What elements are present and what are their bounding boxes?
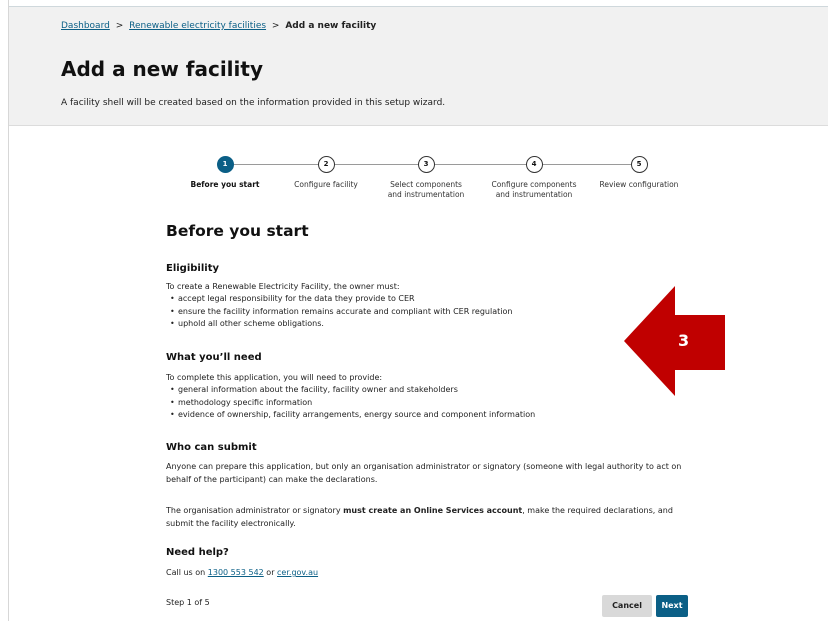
online-account-paragraph: The organisation administrator or signat… xyxy=(166,505,686,530)
step-label: Select components and instrumentation xyxy=(387,180,465,199)
list-item: uphold all other scheme obligations. xyxy=(166,318,512,331)
annotation-arrow: 3 xyxy=(624,286,725,396)
emphasis-text: must create an Online Services account xyxy=(343,506,523,515)
list-item: methodology specific information xyxy=(166,397,535,410)
breadcrumb-link-dashboard[interactable]: Dashboard xyxy=(61,21,110,31)
step-number: 3 xyxy=(417,156,435,173)
breadcrumb-link-renewable-facilities[interactable]: Renewable electricity facilities xyxy=(129,21,266,31)
help-middle: or xyxy=(263,568,278,577)
what-you-need-intro: To complete this application, you will n… xyxy=(166,373,383,382)
step-counter: Step 1 of 5 xyxy=(166,598,210,607)
section-heading: Before you start xyxy=(166,222,309,240)
phone-link[interactable]: 1300 553 542 xyxy=(208,568,264,577)
page-title: Add a new facility xyxy=(61,57,263,81)
who-can-submit-heading: Who can submit xyxy=(166,442,257,453)
step-review-configuration[interactable]: 5 Review configuration xyxy=(584,156,694,190)
left-arrow-icon xyxy=(624,286,725,396)
help-contact: Call us on 1300 553 542 or cer.gov.au xyxy=(166,567,318,580)
step-configure-facility[interactable]: 2 Configure facility xyxy=(271,156,381,190)
page-description: A facility shell will be created based o… xyxy=(61,98,446,108)
step-label: Configure components and instrumentation xyxy=(491,180,577,199)
list-item: general information about the facility, … xyxy=(166,384,535,397)
step-before-you-start[interactable]: 1 Before you start xyxy=(170,156,280,190)
paragraph-text: The organisation administrator or signat… xyxy=(166,506,344,515)
what-you-need-heading: What you’ll need xyxy=(166,352,262,363)
list-item: accept legal responsibility for the data… xyxy=(166,293,512,306)
website-link[interactable]: cer.gov.au xyxy=(277,568,318,577)
list-item: evidence of ownership, facility arrangem… xyxy=(166,409,535,422)
window-left-edge xyxy=(0,0,9,621)
step-number: 1 xyxy=(216,156,234,173)
step-label: Before you start xyxy=(190,180,260,189)
breadcrumb: Dashboard > Renewable electricity facili… xyxy=(61,21,376,31)
eligibility-heading: Eligibility xyxy=(166,263,220,274)
cancel-button[interactable]: Cancel xyxy=(602,595,652,617)
annotation-number: 3 xyxy=(678,331,690,350)
breadcrumb-current: Add a new facility xyxy=(285,21,377,31)
step-select-components[interactable]: 3 Select components and instrumentation xyxy=(371,156,481,200)
breadcrumb-separator: > xyxy=(271,21,280,31)
page-header: Dashboard > Renewable electricity facili… xyxy=(9,6,828,126)
help-prefix: Call us on xyxy=(166,568,208,577)
eligibility-intro: To create a Renewable Electricity Facili… xyxy=(166,282,400,291)
wizard-stepper: 1 Before you start 2 Configure facility … xyxy=(170,156,690,206)
step-label: Review configuration xyxy=(599,180,679,189)
step-label: Configure facility xyxy=(294,180,358,189)
next-button[interactable]: Next xyxy=(656,595,688,617)
step-number: 4 xyxy=(525,156,543,173)
breadcrumb-separator: > xyxy=(115,21,124,31)
step-configure-components[interactable]: 4 Configure components and instrumentati… xyxy=(479,156,589,200)
who-can-submit-paragraph: Anyone can prepare this application, but… xyxy=(166,462,682,484)
step-number: 5 xyxy=(630,156,648,173)
step-number: 2 xyxy=(317,156,335,173)
what-you-need-list: general information about the facility, … xyxy=(166,384,535,422)
eligibility-list: accept legal responsibility for the data… xyxy=(166,293,512,331)
list-item: ensure the facility information remains … xyxy=(166,306,512,319)
need-help-heading: Need help? xyxy=(166,547,229,558)
